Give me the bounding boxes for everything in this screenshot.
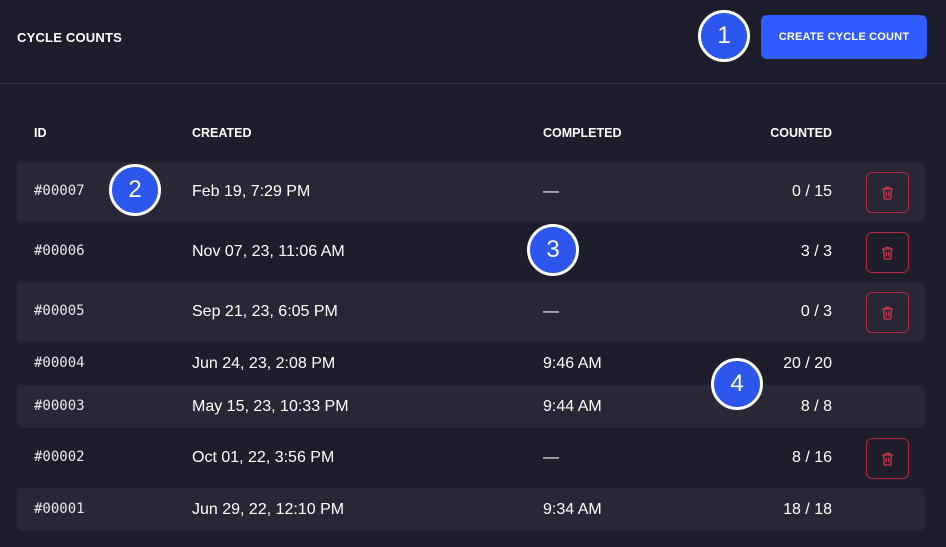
column-header-counted[interactable]: COUNTED bbox=[770, 126, 832, 140]
column-header-completed[interactable]: COMPLETED bbox=[543, 126, 621, 140]
table-row[interactable]: #00005 Sep 21, 23, 6:05 PM — 0 / 3 bbox=[17, 282, 925, 342]
trash-icon bbox=[881, 246, 894, 260]
table-row[interactable]: #00006 Nov 07, 23, 11:06 AM 3 / 3 bbox=[17, 222, 925, 282]
create-cycle-count-button[interactable]: CREATE CYCLE COUNT bbox=[761, 15, 927, 59]
delete-button[interactable] bbox=[866, 292, 909, 333]
cell-completed: — bbox=[543, 449, 559, 466]
delete-button[interactable] bbox=[866, 172, 909, 213]
cell-counted: 8 / 8 bbox=[800, 398, 832, 415]
cell-counted: 20 / 20 bbox=[783, 355, 832, 372]
trash-icon bbox=[881, 306, 894, 320]
cell-id: #00004 bbox=[34, 355, 85, 371]
cell-counted: 18 / 18 bbox=[783, 501, 832, 518]
cell-id: #00003 bbox=[34, 398, 85, 414]
cell-counted: 0 / 3 bbox=[800, 303, 832, 320]
step-marker-3: 3 bbox=[527, 224, 579, 276]
table-row[interactable]: #00004 Jun 24, 23, 2:08 PM 9:46 AM 20 / 20 bbox=[17, 342, 925, 385]
table-row[interactable]: #00003 May 15, 23, 10:33 PM 9:44 AM 8 / 8 bbox=[17, 385, 925, 428]
cycle-counts-table: ID CREATED COMPLETED COUNTED #00007 Feb 1… bbox=[17, 110, 925, 531]
table-row[interactable]: #00001 Jun 29, 22, 12:10 PM 9:34 AM 18 / 18 bbox=[17, 488, 925, 531]
cell-created: Feb 19, 7:29 PM bbox=[192, 183, 311, 200]
step-marker-1: 1 bbox=[698, 10, 750, 62]
cell-id: #00002 bbox=[34, 449, 85, 465]
delete-button[interactable] bbox=[866, 232, 909, 273]
cell-id: #00001 bbox=[34, 501, 85, 517]
trash-icon bbox=[881, 452, 894, 466]
table-row[interactable]: #00002 Oct 01, 22, 3:56 PM — 8 / 16 bbox=[17, 428, 925, 488]
page-header: CYCLE COUNTS CREATE CYCLE COUNT bbox=[0, 0, 946, 84]
table-header: ID CREATED COMPLETED COUNTED bbox=[17, 110, 925, 160]
cell-counted: 3 / 3 bbox=[800, 243, 832, 260]
cell-created: Jun 24, 23, 2:08 PM bbox=[192, 355, 336, 372]
cell-counted: 8 / 16 bbox=[791, 449, 832, 466]
cell-created: Sep 21, 23, 6:05 PM bbox=[192, 303, 338, 320]
cell-id: #00007 bbox=[34, 183, 85, 199]
column-header-id[interactable]: ID bbox=[34, 126, 47, 140]
cell-counted: 0 / 15 bbox=[791, 183, 832, 200]
cell-completed: 9:34 AM bbox=[543, 501, 602, 518]
cell-created: Jun 29, 22, 12:10 PM bbox=[192, 501, 345, 518]
delete-button[interactable] bbox=[866, 438, 909, 479]
step-marker-2: 2 bbox=[109, 164, 161, 216]
column-header-created[interactable]: CREATED bbox=[192, 126, 252, 140]
trash-icon bbox=[881, 186, 894, 200]
cell-id: #00006 bbox=[34, 243, 85, 259]
cell-created: Nov 07, 23, 11:06 AM bbox=[192, 243, 345, 260]
cell-created: May 15, 23, 10:33 PM bbox=[192, 398, 349, 415]
cell-completed: 9:46 AM bbox=[543, 355, 602, 372]
page-title: CYCLE COUNTS bbox=[17, 30, 122, 45]
cell-completed: 9:44 AM bbox=[543, 398, 602, 415]
cell-completed: — bbox=[543, 183, 559, 200]
cell-id: #00005 bbox=[34, 303, 85, 319]
cell-completed: — bbox=[543, 303, 559, 320]
step-marker-4: 4 bbox=[711, 358, 763, 410]
cell-created: Oct 01, 22, 3:56 PM bbox=[192, 449, 335, 466]
